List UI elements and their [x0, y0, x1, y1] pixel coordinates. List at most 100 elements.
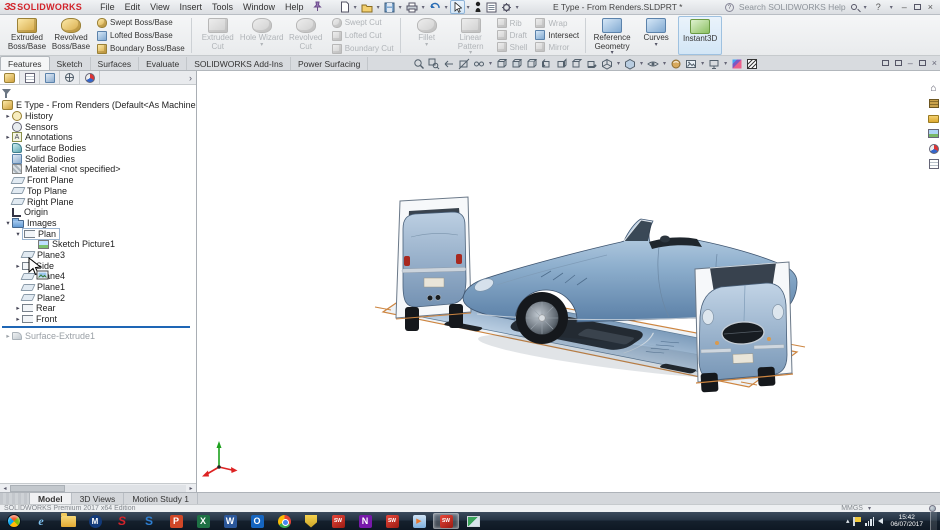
bottom-view-icon[interactable]: [585, 57, 599, 70]
realview-graphics-icon[interactable]: [730, 57, 744, 70]
curves-button[interactable]: Curves ▾: [634, 16, 678, 55]
tab-surfaces[interactable]: Surfaces: [91, 57, 140, 70]
scroll-right-arrow[interactable]: ▸: [187, 485, 195, 492]
doc-restore-icon[interactable]: [881, 60, 889, 66]
expand-arrow[interactable]: ▸: [4, 112, 12, 120]
m-app-button[interactable]: M: [82, 513, 108, 529]
collapse-arrow[interactable]: ▾: [4, 219, 12, 227]
view-settings-icon[interactable]: [707, 57, 721, 70]
open-document-caret[interactable]: ▾: [377, 4, 380, 11]
previous-view-icon[interactable]: [442, 57, 456, 70]
search-caret[interactable]: ▾: [864, 4, 867, 11]
tree-item-sketch-picture1[interactable]: Sketch Picture1: [0, 239, 196, 250]
menu-help[interactable]: Help: [280, 1, 309, 13]
pin-menu-icon[interactable]: [312, 1, 322, 13]
front-view-icon[interactable]: [510, 57, 524, 70]
status-globe-icon[interactable]: [929, 505, 936, 512]
tree-item-rear[interactable]: ▸ Rear: [0, 303, 196, 314]
tree-item-top-plane[interactable]: Top Plane: [0, 186, 196, 197]
scroll-left-arrow[interactable]: ◂: [1, 485, 9, 492]
reference-geometry-button[interactable]: Reference Geometry ▾: [590, 16, 634, 56]
search-help-input[interactable]: Search SOLIDWORKS Help: [739, 2, 846, 12]
units-selector[interactable]: MMGS: [841, 505, 863, 512]
panel-flyout-arrow[interactable]: ›: [185, 71, 196, 84]
edit-appearance-icon[interactable]: [669, 57, 683, 70]
boundary-boss-base-button[interactable]: Boundary Boss/Base: [95, 43, 187, 54]
tree-item-plane1[interactable]: Plane1: [0, 282, 196, 293]
file-explorer-icon[interactable]: [928, 113, 939, 124]
isometric-view-icon[interactable]: [600, 57, 614, 70]
section-view-icon[interactable]: [457, 57, 471, 70]
apply-scene-icon[interactable]: [684, 57, 698, 70]
apply-scene-caret[interactable]: ▾: [701, 60, 704, 67]
display-style-icon[interactable]: [623, 57, 637, 70]
view-orientation-caret[interactable]: ▾: [617, 60, 620, 67]
xpress-products-button[interactable]: [472, 0, 484, 14]
search-icon[interactable]: [850, 4, 857, 10]
photo-viewer-button[interactable]: [460, 513, 486, 529]
blue-s-app-button[interactable]: S: [136, 513, 162, 529]
print-caret[interactable]: ▾: [422, 4, 425, 11]
rollback-bar[interactable]: [2, 326, 190, 329]
tree-item-surface-extrude1[interactable]: ▸ Surface-Extrude1: [0, 330, 196, 341]
undo-button[interactable]: [427, 0, 443, 14]
extruded-boss-base-button[interactable]: Extruded Boss/Base: [5, 16, 49, 55]
restore-button[interactable]: [913, 4, 921, 10]
select-button[interactable]: [449, 0, 465, 14]
white-scene-icon[interactable]: [745, 57, 759, 70]
hide-show-caret[interactable]: ▾: [663, 60, 666, 67]
action-center-flag-icon[interactable]: [853, 516, 861, 526]
solidworks-2017-button[interactable]: SW: [379, 513, 405, 529]
left-view-icon[interactable]: [540, 57, 554, 70]
solidworks-2016-button[interactable]: SW: [325, 513, 351, 529]
display-style-caret[interactable]: ▾: [640, 60, 643, 67]
menu-file[interactable]: File: [95, 1, 120, 13]
doc-page-icon[interactable]: [894, 60, 902, 66]
powerpoint-button[interactable]: P: [163, 513, 189, 529]
motion-study-tab[interactable]: Motion Study 1: [124, 493, 199, 504]
options-list-button[interactable]: [484, 0, 499, 14]
tree-item-plan[interactable]: ▾ Plan: [0, 227, 196, 240]
save-caret[interactable]: ▾: [399, 4, 402, 11]
doc-minimize-button[interactable]: –: [908, 58, 913, 68]
model-tab[interactable]: Model: [30, 493, 72, 504]
red-s-app-button[interactable]: S: [109, 513, 135, 529]
plan-hover-box[interactable]: Plan: [22, 227, 61, 240]
taskbar-clock[interactable]: 15:42 06/07/2017: [887, 514, 926, 529]
media-player-button[interactable]: ▶: [406, 513, 432, 529]
close-button[interactable]: ×: [926, 2, 935, 12]
tree-item-surface-bodies[interactable]: Surface Bodies: [0, 143, 196, 154]
internet-explorer-button[interactable]: e: [28, 513, 54, 529]
collapse-arrow[interactable]: ▾: [14, 230, 22, 238]
units-caret[interactable]: ▾: [868, 505, 871, 512]
menu-insert[interactable]: Insert: [175, 1, 208, 13]
word-button[interactable]: W: [217, 513, 243, 529]
help-caret[interactable]: ▾: [890, 4, 893, 11]
3d-views-tab[interactable]: 3D Views: [72, 493, 125, 504]
tab-sketch[interactable]: Sketch: [50, 57, 91, 70]
tab-solidworks-add-ins[interactable]: SOLIDWORKS Add-Ins: [187, 57, 291, 70]
hide-show-items-icon[interactable]: [646, 57, 660, 70]
tree-item-right-plane[interactable]: Right Plane: [0, 196, 196, 207]
feature-manager-tab[interactable]: [0, 71, 20, 84]
expand-arrow[interactable]: ▸: [14, 315, 22, 323]
tab-scroll-stub[interactable]: [0, 493, 30, 504]
right-view-icon[interactable]: [555, 57, 569, 70]
undo-caret[interactable]: ▾: [445, 4, 448, 11]
configuration-manager-tab[interactable]: [40, 71, 60, 84]
expand-arrow[interactable]: ▸: [14, 262, 22, 270]
zoom-to-fit-icon[interactable]: [412, 57, 426, 70]
save-button[interactable]: [382, 0, 397, 14]
tree-item-annotations[interactable]: ▸ A Annotations: [0, 132, 196, 143]
tab-evaluate[interactable]: Evaluate: [139, 57, 188, 70]
doc-restore-button[interactable]: [918, 60, 926, 66]
new-document-button[interactable]: [338, 0, 352, 14]
solidworks-active-button[interactable]: SW: [433, 513, 459, 529]
design-library-icon[interactable]: [928, 98, 939, 109]
menu-view[interactable]: View: [145, 1, 174, 13]
top-view-icon[interactable]: [570, 57, 584, 70]
open-document-button[interactable]: [359, 0, 375, 14]
onenote-button[interactable]: N: [352, 513, 378, 529]
new-document-caret[interactable]: ▾: [354, 4, 357, 11]
expand-arrow[interactable]: ▸: [4, 133, 12, 141]
